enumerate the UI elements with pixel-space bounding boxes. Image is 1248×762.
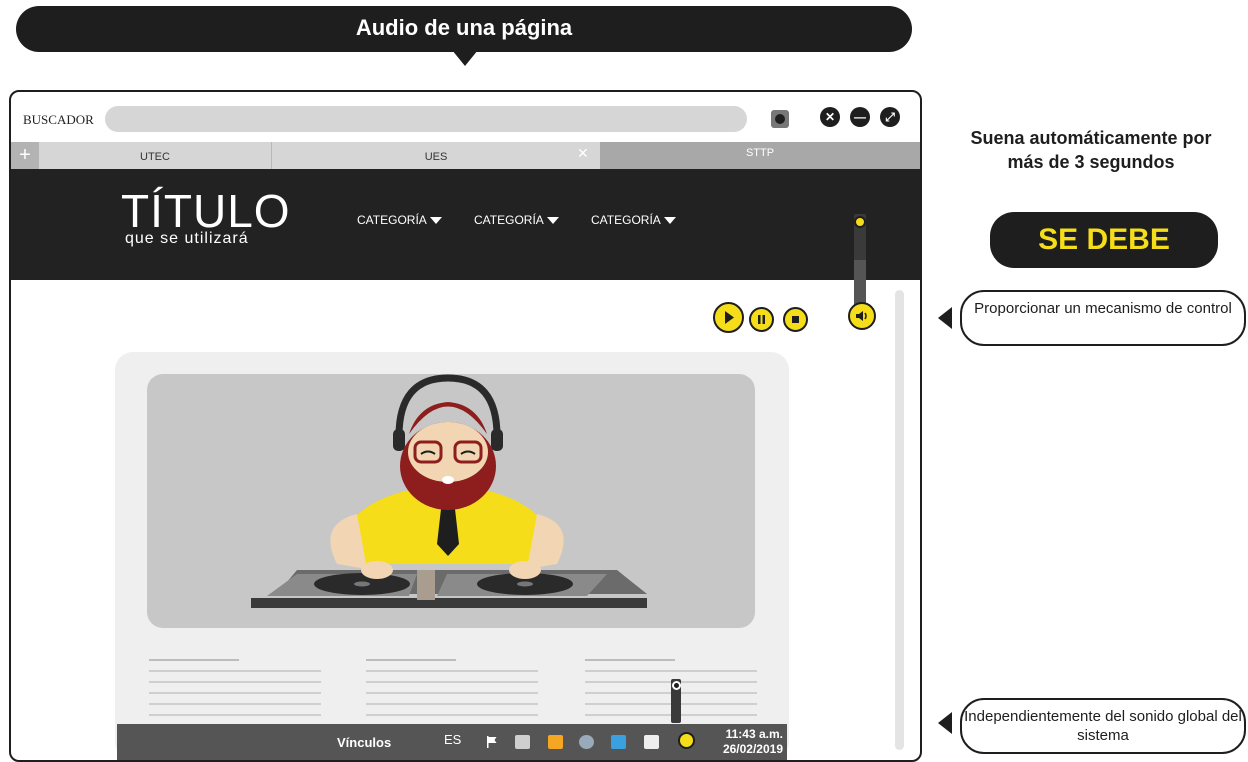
tab-utec[interactable]: UTEC — [39, 142, 272, 169]
clock-time: 11:43 a.m. — [725, 727, 783, 741]
clock-date: 26/02/2019 — [722, 742, 783, 756]
text-line — [366, 659, 456, 661]
tab-ues[interactable]: UES — [272, 142, 600, 169]
download-icon[interactable] — [771, 110, 789, 128]
text-line — [149, 703, 321, 705]
text-line — [366, 703, 538, 705]
new-tab-button[interactable]: + — [11, 142, 39, 169]
page-banner: Audio de una página — [16, 6, 912, 52]
chrome-icon[interactable] — [579, 735, 594, 749]
caret-down-icon — [546, 217, 559, 225]
language-indicator[interactable]: ES — [444, 732, 461, 747]
outlook-icon[interactable] — [548, 735, 563, 749]
text-line — [149, 681, 321, 683]
callout-arrow — [938, 712, 952, 734]
se-debe-badge: SE DEBE — [990, 212, 1218, 268]
nav-label: CATEGORÍA — [591, 213, 661, 227]
text-line — [366, 670, 538, 672]
nav-label: CATEGORÍA — [474, 213, 544, 227]
taskbar: Vínculos ES 11:43 a.m. 26/02/2019 — [117, 724, 787, 760]
tab-sttp[interactable]: STTP — [600, 142, 920, 169]
site-title: TÍTULO — [121, 185, 291, 237]
system-volume-handle-icon[interactable] — [672, 681, 681, 690]
nav-category-1[interactable]: CATEGORÍA — [357, 213, 442, 227]
text-line — [366, 692, 538, 694]
callout-control: Proporcionar un mecanismo de control — [960, 290, 1246, 346]
volume-handle-icon[interactable] — [854, 216, 866, 228]
site-subtitle: que se utilizará — [125, 230, 249, 247]
flag-icon[interactable] — [485, 735, 500, 749]
speaker-icon[interactable] — [678, 732, 695, 749]
nav-label: CATEGORÍA — [357, 213, 427, 227]
speaker-icon[interactable] — [848, 302, 876, 330]
note-title: Suena automáticamente por más de 3 segun… — [970, 128, 1212, 172]
taskbar-links-label[interactable]: Vínculos — [337, 735, 391, 750]
callout-arrow — [938, 307, 952, 329]
display-icon[interactable] — [644, 735, 659, 749]
text-line — [149, 692, 321, 694]
site-header: TÍTULO que se utilizará CATEGORÍA CATEGO… — [11, 169, 920, 280]
browser-window: BUSCADOR ✕ — ⤢ + UTEC UES ✕ STTP TÍTULO … — [9, 90, 922, 762]
pause-icon[interactable] — [749, 307, 774, 332]
monitor-icon[interactable] — [611, 735, 626, 749]
nav-category-3[interactable]: CATEGORÍA — [591, 213, 676, 227]
text-line — [366, 714, 538, 716]
text-line — [149, 670, 321, 672]
volume-slider-fill — [854, 260, 866, 306]
text-line — [149, 714, 321, 716]
minimize-icon[interactable]: — — [850, 107, 870, 127]
network-icon[interactable] — [515, 735, 530, 749]
callout-global: Independientemente del sonido global del… — [960, 698, 1246, 754]
scrollbar[interactable] — [895, 290, 904, 750]
text-line — [149, 659, 239, 661]
stop-icon[interactable] — [783, 307, 808, 332]
text-line — [585, 659, 675, 661]
close-icon[interactable]: ✕ — [820, 107, 840, 127]
search-label: BUSCADOR — [23, 112, 94, 127]
nav-category-2[interactable]: CATEGORÍA — [474, 213, 559, 227]
taskbar-clock[interactable]: 11:43 a.m. 26/02/2019 — [719, 727, 783, 757]
caret-down-icon — [663, 217, 676, 225]
tab-bar: + UTEC UES ✕ STTP — [11, 142, 920, 169]
dj-illustration — [147, 374, 755, 628]
banner-pointer — [452, 50, 478, 66]
tab-close-icon[interactable]: ✕ — [577, 145, 589, 162]
caret-down-icon — [429, 217, 442, 225]
search-input[interactable] — [105, 106, 747, 132]
text-line — [366, 681, 538, 683]
text-line — [585, 670, 757, 672]
maximize-icon[interactable]: ⤢ — [880, 107, 900, 127]
play-icon[interactable] — [713, 302, 744, 333]
